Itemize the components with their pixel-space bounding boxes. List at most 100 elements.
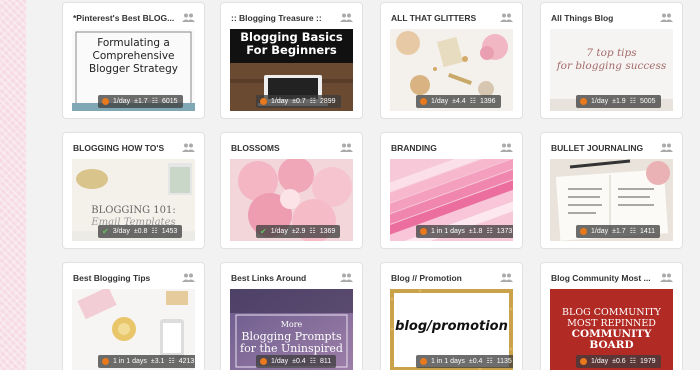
board-score: ±0.8 bbox=[133, 228, 148, 235]
checkmark-icon: ✔ bbox=[260, 227, 267, 236]
board-title[interactable]: Blog // Promotion bbox=[391, 273, 495, 284]
group-icon bbox=[660, 273, 673, 282]
board-thumbnail[interactable]: BLOGGING 101: Email Templates ✔ 3/day ±0… bbox=[72, 159, 195, 241]
followers-icon: ☷ bbox=[469, 98, 476, 105]
board-stats: 1/day ±0.4 ☷ 811 bbox=[256, 355, 337, 368]
follower-count: 1453 bbox=[161, 228, 178, 235]
board-title[interactable]: BRANDING bbox=[391, 143, 495, 154]
status-dot-icon bbox=[580, 98, 587, 105]
board-card[interactable]: BLOSSOMS ✔ 1/day ±2.9 ☷ 1369 bbox=[220, 132, 363, 249]
post-frequency: 1/day bbox=[591, 228, 609, 235]
follower-count: 1396 bbox=[479, 98, 496, 105]
board-title[interactable]: Best Links Around bbox=[231, 273, 335, 284]
post-frequency: 1 in 1 days bbox=[431, 228, 465, 235]
board-stats: 1 in 1 days ±1.8 ☷ 1373 bbox=[416, 225, 513, 238]
board-card[interactable]: Blog // Promotion blog/promotion 1 in 1 … bbox=[380, 262, 523, 370]
status-dot-icon bbox=[102, 358, 109, 365]
board-thumbnail[interactable]: 1/day ±4.4 ☷ 1396 bbox=[390, 29, 513, 111]
board-score: ±1.7 bbox=[612, 228, 626, 235]
board-stats: 1/day ±1.9 ☷ 5005 bbox=[576, 95, 661, 108]
followers-icon: ☷ bbox=[629, 228, 636, 235]
follower-count: 1979 bbox=[639, 358, 656, 365]
checkmark-icon: ✔ bbox=[102, 227, 109, 236]
board-stats: 1/day ±1.7 ☷ 6015 bbox=[98, 95, 183, 108]
followers-icon: ☷ bbox=[629, 98, 636, 105]
board-thumbnail[interactable]: More Blogging Prompts for the Uninspired… bbox=[230, 289, 353, 370]
group-icon bbox=[500, 273, 513, 282]
thumbnail-text: 7 top tips bbox=[586, 47, 637, 59]
post-frequency: 1/day bbox=[591, 358, 609, 365]
thumbnail-text: for blogging success bbox=[556, 60, 667, 72]
board-score: ±3.1 bbox=[150, 358, 165, 365]
followers-icon: ☷ bbox=[309, 358, 316, 365]
board-card[interactable]: Best Blogging Tips 1 in 1 days ±3.1 ☷ 42… bbox=[62, 262, 205, 370]
follower-count: 4213 bbox=[178, 358, 195, 365]
status-dot-icon bbox=[260, 358, 267, 365]
group-icon bbox=[182, 143, 195, 152]
board-title[interactable]: :: Blogging Treasure :: bbox=[231, 13, 335, 24]
board-stats: 1 in 1 days ±0.4 ☷ 1135 bbox=[416, 355, 513, 368]
board-stats: 1/day ±0.7 ☷ 2899 bbox=[256, 95, 341, 108]
decorative-sidebar bbox=[0, 0, 26, 370]
board-thumbnail[interactable]: 1 in 1 days ±1.8 ☷ 1373 bbox=[390, 159, 513, 241]
board-thumbnail[interactable]: 1 in 1 days ±3.1 ☷ 4213 bbox=[72, 289, 195, 370]
status-dot-icon bbox=[260, 98, 267, 105]
status-dot-icon bbox=[420, 228, 427, 235]
post-frequency: 1/day bbox=[271, 98, 289, 105]
follower-count: 1373 bbox=[496, 228, 513, 235]
board-score: ±1.7 bbox=[134, 98, 148, 105]
board-title[interactable]: Best Blogging Tips bbox=[73, 273, 177, 284]
thumbnail-text: BOARD bbox=[589, 339, 634, 351]
board-card[interactable]: Best Links Around More Blogging Prompts … bbox=[220, 262, 363, 370]
board-title[interactable]: BLOGGING HOW TO'S bbox=[73, 143, 177, 154]
follower-count: 1411 bbox=[639, 228, 656, 235]
group-icon bbox=[500, 13, 513, 22]
followers-icon: ☷ bbox=[151, 228, 158, 235]
board-title[interactable]: BULLET JOURNALING bbox=[551, 143, 655, 154]
group-icon bbox=[500, 143, 513, 152]
group-icon bbox=[340, 273, 353, 282]
board-stats: 1 in 1 days ±3.1 ☷ 4213 bbox=[98, 355, 195, 368]
board-stats: 1/day ±4.4 ☷ 1396 bbox=[416, 95, 501, 108]
board-thumbnail[interactable]: blog/promotion 1 in 1 days ±0.4 ☷ 1135 bbox=[390, 289, 513, 370]
post-frequency: 1/day bbox=[270, 228, 288, 235]
board-card[interactable]: BLOGGING HOW TO'S BLOGGING 101: Email Te… bbox=[62, 132, 205, 249]
board-score: ±2.9 bbox=[291, 228, 306, 235]
thumbnail-text: blog/promotion bbox=[395, 319, 508, 334]
thumbnail-text: for the Uninspired bbox=[240, 342, 343, 355]
board-thumbnail[interactable]: 7 top tips for blogging success 1/day ±1… bbox=[550, 29, 673, 111]
board-card[interactable]: BULLET JOURNALING 1/day ±1.7 ☷ 1411 bbox=[540, 132, 683, 249]
followers-icon: ☷ bbox=[309, 228, 316, 235]
board-card[interactable]: *Pinterest's Best BLOG... Formulating a … bbox=[62, 2, 205, 119]
board-thumbnail[interactable]: ✔ 1/day ±2.9 ☷ 1369 bbox=[230, 159, 353, 241]
follower-count: 1369 bbox=[319, 228, 336, 235]
board-thumbnail[interactable]: BLOG COMMUNITY MOST REPINNED COMMUNITY B… bbox=[550, 289, 673, 370]
board-score: ±4.4 bbox=[452, 98, 466, 105]
group-icon bbox=[182, 13, 195, 22]
thumbnail-text: Comprehensive bbox=[92, 50, 175, 62]
follower-count: 811 bbox=[319, 358, 332, 365]
follower-count: 6015 bbox=[161, 98, 178, 105]
group-icon bbox=[340, 143, 353, 152]
board-stats: 1/day ±1.7 ☷ 1411 bbox=[576, 225, 661, 238]
board-title[interactable]: Blog Community Most ... bbox=[551, 273, 655, 284]
board-title[interactable]: ALL THAT GLITTERS bbox=[391, 13, 495, 24]
board-thumbnail[interactable]: Formulating a Comprehensive Blogger Stra… bbox=[72, 29, 195, 111]
follower-count: 2899 bbox=[319, 98, 336, 105]
thumbnail-text: BLOGGING 101: bbox=[91, 205, 176, 216]
board-title[interactable]: All Things Blog bbox=[551, 13, 655, 24]
followers-icon: ☷ bbox=[151, 98, 158, 105]
board-title[interactable]: BLOSSOMS bbox=[231, 143, 335, 154]
post-frequency: 3/day bbox=[112, 228, 130, 235]
board-thumbnail[interactable]: Blogging Basics For Beginners 1/day ±0.7… bbox=[230, 29, 353, 111]
board-card[interactable]: Blog Community Most ... BLOG COMMUNITY M… bbox=[540, 262, 683, 370]
board-card[interactable]: All Things Blog 7 top tips for blogging … bbox=[540, 2, 683, 119]
status-dot-icon bbox=[420, 358, 427, 365]
board-card[interactable]: ALL THAT GLITTERS 1/day ±4.4 ☷ 1396 bbox=[380, 2, 523, 119]
board-card[interactable]: BRANDING 1 in 1 days ±1.8 ☷ 1373 bbox=[380, 132, 523, 249]
board-thumbnail[interactable]: 1/day ±1.7 ☷ 1411 bbox=[550, 159, 673, 241]
group-icon bbox=[182, 273, 195, 282]
board-title[interactable]: *Pinterest's Best BLOG... bbox=[73, 13, 177, 24]
followers-icon: ☷ bbox=[309, 98, 316, 105]
board-card[interactable]: :: Blogging Treasure :: Blogging Basics … bbox=[220, 2, 363, 119]
